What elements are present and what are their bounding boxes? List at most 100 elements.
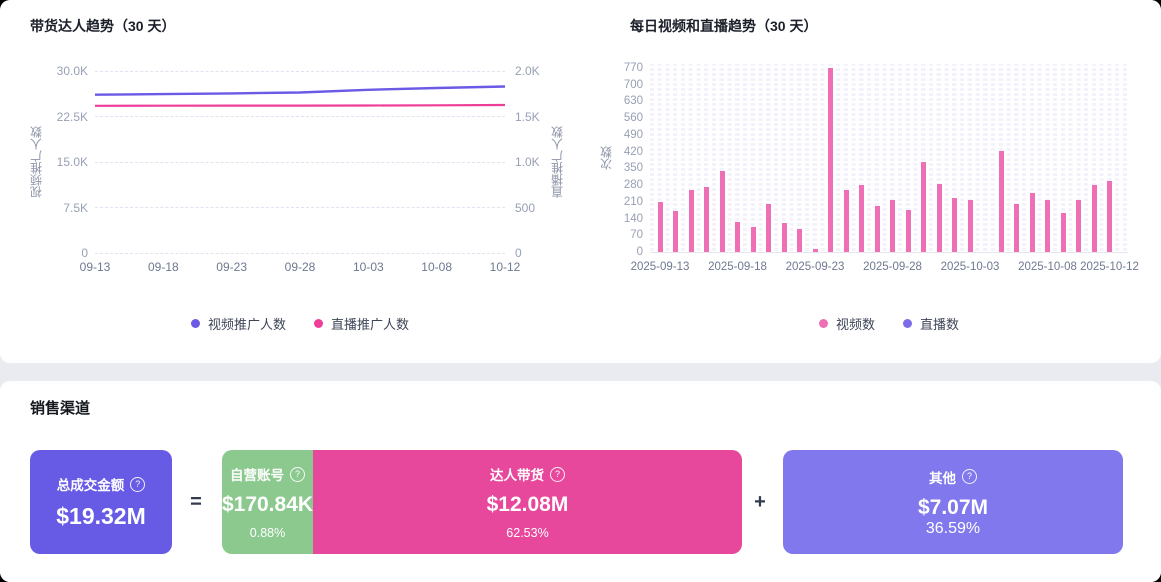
legend-label: 直播数 [920, 314, 959, 333]
bar [735, 222, 740, 253]
y-tick: 0 [515, 246, 557, 260]
trend-lines [95, 71, 505, 253]
y-tick: 2.0K [515, 64, 557, 78]
own-account-value: $170.84K [222, 493, 313, 517]
other-value: $7.07M [918, 496, 988, 520]
legend-item: 视频数 [819, 314, 875, 333]
x-tick: 09-13 [65, 260, 125, 274]
total-gmv-label: 总成交金额 [57, 474, 125, 494]
influencer-value: $12.08M [487, 493, 569, 517]
bar [1030, 193, 1035, 253]
help-icon[interactable]: ? [962, 469, 977, 484]
bar [797, 229, 802, 253]
bar [766, 204, 771, 253]
bar [952, 198, 957, 253]
x-tick: 10-08 [407, 260, 467, 274]
bar [1076, 200, 1081, 253]
y-tick: 770 [603, 61, 643, 75]
influencer-segment: 达人带货 ? $12.08M 62.53% [313, 450, 742, 554]
influencer-label-row: 达人带货 ? [490, 464, 565, 484]
x-tick: 10-03 [338, 260, 398, 274]
own-account-label-row: 自营账号 ? [230, 464, 305, 484]
bar [937, 184, 942, 253]
y-tick: 1.0K [515, 155, 557, 169]
help-icon[interactable]: ? [550, 467, 565, 482]
influencer-label: 达人带货 [490, 464, 544, 484]
x-tick: 10-12 [475, 260, 535, 274]
y-tick: 140 [603, 212, 643, 226]
y-tick: 700 [603, 78, 643, 92]
bar [1045, 200, 1050, 253]
y-tick: 22.5K [40, 110, 88, 124]
y-tick: 0 [603, 245, 643, 259]
bar [999, 151, 1004, 253]
total-gmv-value: $19.32M [56, 503, 146, 530]
y-tick: 0 [40, 246, 88, 260]
bar-chart-baseline [650, 252, 1128, 253]
equals-sign: = [178, 450, 214, 554]
legend-dot-icon [819, 319, 828, 328]
other-channel-card: 其他 ? $7.07M 36.59% [783, 450, 1123, 554]
y-tick: 15.0K [40, 155, 88, 169]
x-tick: 09-28 [270, 260, 330, 274]
legend-item: 直播数 [903, 314, 959, 333]
bar [689, 190, 694, 253]
legend-item: 视频推广人数 [191, 314, 286, 333]
bar [890, 200, 895, 253]
influencer-trend-title: 带货达人趋势（30 天） [30, 16, 175, 36]
bar [1092, 185, 1097, 253]
bar [968, 200, 973, 253]
bar [875, 206, 880, 253]
line-chart-plot[interactable] [95, 71, 505, 253]
bar-chart-plot[interactable] [650, 64, 1128, 253]
legend-dot-icon [191, 319, 200, 328]
y-tick: 70 [603, 228, 643, 242]
legend-dot-icon [314, 319, 323, 328]
channel-bar-group: 自营账号 ? $170.84K 0.88% 达人带货 ? $12.08M 62.… [222, 450, 742, 554]
own-account-segment: 自营账号 ? $170.84K 0.88% [222, 450, 313, 554]
x-tick: 2025-09-28 [848, 260, 938, 274]
live-promoters-line [95, 105, 505, 106]
legend-label: 视频数 [836, 314, 875, 333]
help-icon[interactable]: ? [290, 467, 305, 482]
own-account-label: 自营账号 [230, 464, 284, 484]
own-account-percent: 0.88% [250, 526, 285, 540]
total-gmv-label-row: 总成交金额 ? [57, 474, 146, 494]
plus-sign: + [744, 450, 776, 554]
daily-video-live-title: 每日视频和直播趋势（30 天） [630, 16, 817, 36]
x-tick: 2025-09-23 [770, 260, 860, 274]
bar [921, 162, 926, 253]
y-tick: 350 [603, 161, 643, 175]
y-tick: 420 [603, 145, 643, 159]
bar [704, 187, 709, 253]
bar [1014, 204, 1019, 253]
other-label: 其他 [929, 467, 956, 487]
bar [751, 227, 756, 253]
legend-label: 直播推广人数 [331, 314, 409, 333]
y-tick: 1.5K [515, 110, 557, 124]
bar [720, 171, 725, 253]
other-percent: 36.59% [926, 520, 980, 538]
other-label-row: 其他 ? [929, 467, 977, 487]
bar [828, 68, 833, 253]
bar-chart-legend: 视频数 直播数 [650, 314, 1128, 333]
trend-charts-card: 带货达人趋势（30 天） 视频推广人数 直播推广人数 30.0K22.5K15.… [0, 0, 1161, 363]
y-tick: 280 [603, 178, 643, 192]
sales-channel-title: 销售渠道 [30, 397, 90, 418]
x-tick: 2025-10-03 [925, 260, 1015, 274]
influencer-percent: 62.53% [506, 526, 548, 540]
bar [658, 202, 663, 253]
x-tick: 2025-10-12 [1065, 260, 1155, 274]
bar [1107, 181, 1112, 253]
sales-channel-section: 销售渠道 总成交金额 ? $19.32M = 自营账号 ? $170.84K 0… [0, 381, 1161, 582]
help-icon[interactable]: ? [130, 477, 145, 492]
dashboard-window: 带货达人趋势（30 天） 视频推广人数 直播推广人数 30.0K22.5K15.… [0, 0, 1161, 582]
bar [782, 223, 787, 253]
bar [859, 185, 864, 253]
x-tick: 2025-09-18 [693, 260, 783, 274]
x-tick: 09-23 [202, 260, 262, 274]
video-promoters-line [95, 87, 505, 95]
y-tick: 560 [603, 111, 643, 125]
x-tick: 09-18 [133, 260, 193, 274]
legend-dot-icon [903, 319, 912, 328]
